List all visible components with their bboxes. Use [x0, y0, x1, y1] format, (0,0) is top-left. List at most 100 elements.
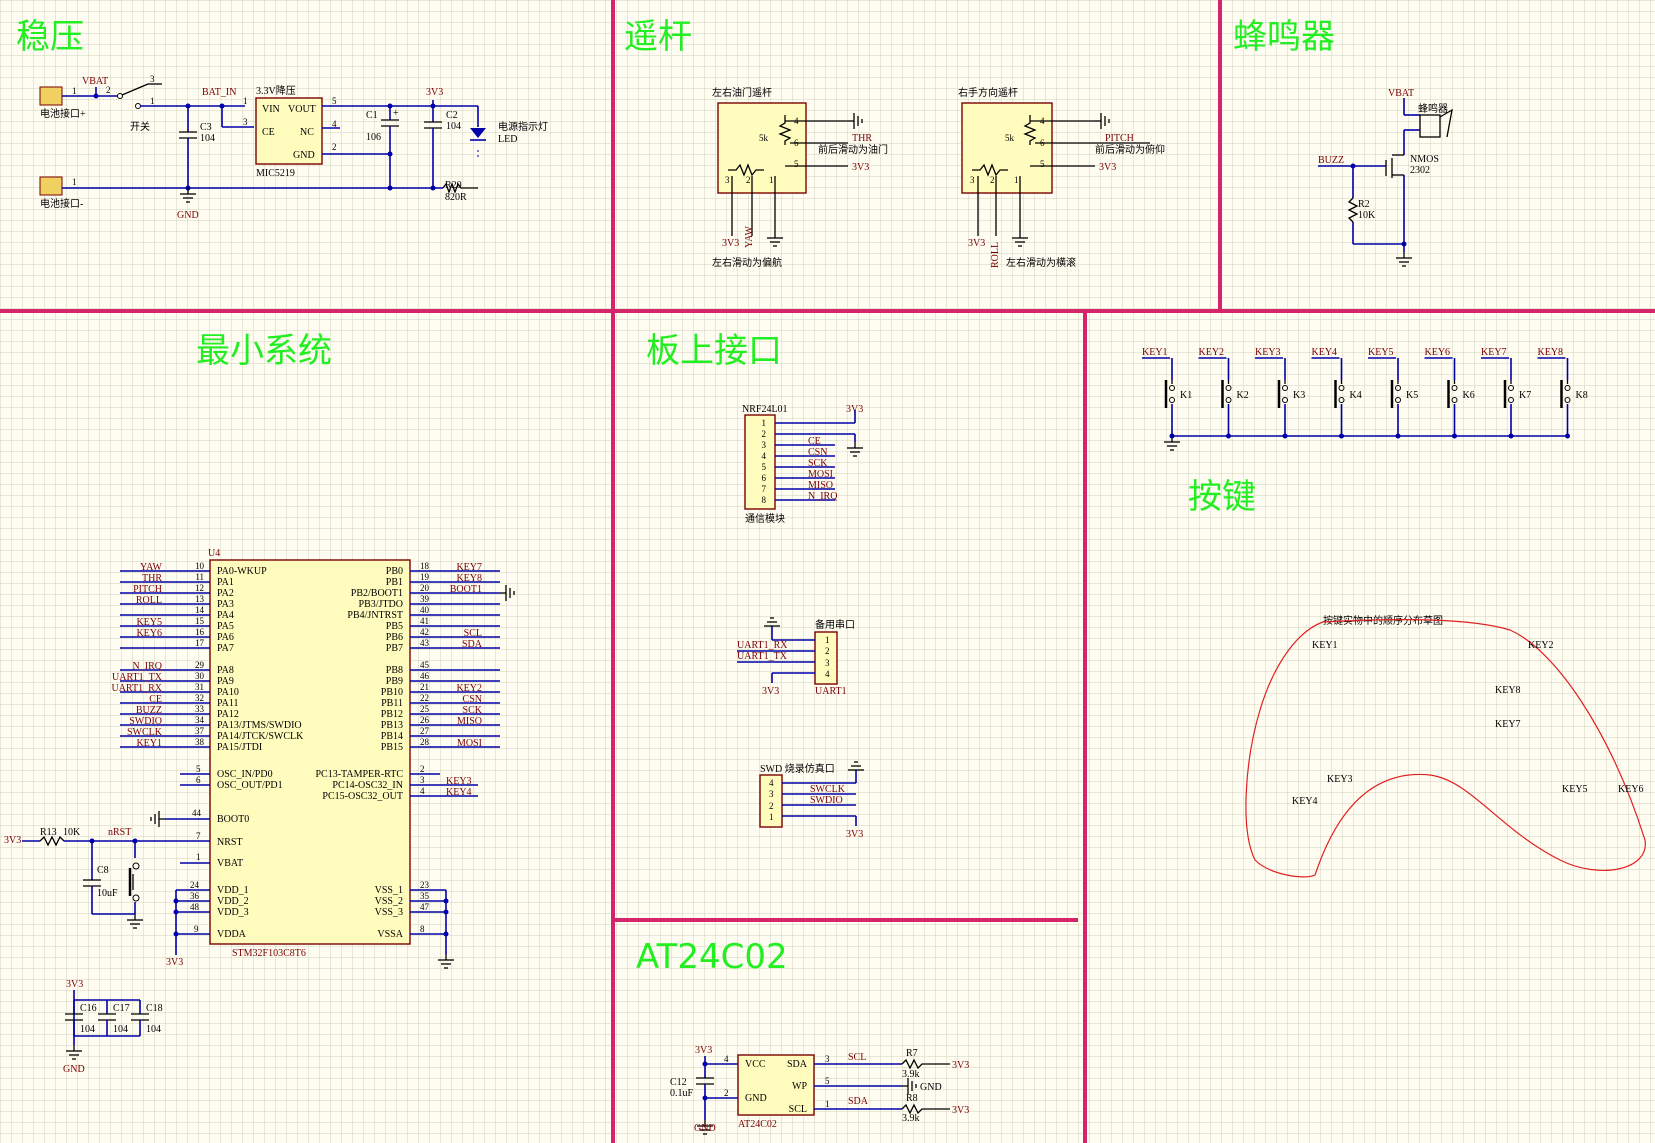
key-terminal [1564, 385, 1571, 391]
sketch-key3: KEY3 [1327, 774, 1353, 785]
mcu-left-net-label: N_IRQ [133, 661, 163, 672]
nrf24-connector: NRF24L01 通信模块 123 CE 4 CSN 5 SCK 6 MOSI 7 MISO 8 N_… [742, 404, 864, 525]
svg-text:1: 1 [769, 175, 774, 185]
mcu-pin-number: 46 [420, 671, 430, 681]
r8-ref: R8 [906, 1093, 918, 1104]
pin-vdd3: VDD_3 [217, 907, 249, 918]
key-net-label: KEY1 [1142, 347, 1168, 358]
mcu-pin-number: 33 [195, 704, 205, 714]
mcu-pin-number: 10 [195, 561, 205, 571]
mcu-pin-number: 15 [195, 616, 205, 626]
svg-text:35: 35 [420, 891, 430, 901]
mcu-pin-number: 22 [420, 693, 429, 703]
schematic-sheet: { "sections": { "regulator": "稳压", "joys… [0, 0, 1655, 1143]
pin-pc15: PC15-OSC32_OUT [322, 791, 403, 802]
net-uart1-tx: UART1_TX [737, 651, 788, 662]
pin-vdda: VDDA [217, 929, 247, 940]
key-net-label: KEY5 [1368, 347, 1394, 358]
mcu-pin-name: PB6 [386, 632, 403, 643]
key-terminal [1169, 397, 1175, 403]
svg-text:5: 5 [196, 764, 201, 774]
net-buzz: BUZZ [1318, 155, 1344, 166]
mcu-pin-name: PA0-WKUP [217, 566, 267, 577]
battery-connector-pos [39, 86, 63, 106]
key-ref: K4 [1350, 390, 1362, 401]
mcu-pin-name: PB3/JTDO [359, 599, 403, 610]
net-thr: THR [852, 133, 872, 144]
regulator-title: 3.3V降压 [256, 84, 296, 97]
key-net-label: KEY3 [1255, 347, 1281, 358]
svg-text:3V3: 3V3 [722, 238, 739, 249]
svg-text:2: 2 [825, 646, 830, 656]
joystick-right: 右手方向遥杆 5k 465 PITCH 前后滑动为俯仰 3V3 321 3V3 … [958, 86, 1165, 269]
mcu-pin-name: PB5 [386, 621, 403, 632]
mcu-pin-name: PB10 [381, 687, 403, 698]
mcu-pin-name: PA10 [217, 687, 239, 698]
r13-ref: R13 [40, 827, 57, 838]
key-junction [1339, 433, 1344, 439]
pin-vss3: VSS_3 [375, 907, 403, 918]
net-bat-in-label: BAT_IN [202, 87, 236, 98]
key-terminal [1564, 397, 1571, 403]
svg-text:3: 3 [825, 1054, 830, 1064]
svg-text:+: + [393, 108, 399, 119]
nrf-net-label: CE [808, 436, 821, 447]
mcu-pin-name: PB11 [381, 698, 403, 709]
net-sda: SDA [848, 1096, 869, 1107]
schematic-drawing: 稳压 遥杆 蜂鸣器 最小系统 板上接口 按键 AT24C02 电池接口+ 电池接… [0, 0, 1655, 1143]
svg-text:3: 3 [243, 117, 248, 127]
svg-text:GND: GND [63, 1064, 85, 1075]
mcu-pin-name: PB14 [381, 731, 403, 742]
c1-ref: C1 [366, 110, 378, 121]
net-pitch: PITCH [1105, 133, 1134, 144]
svg-text:24: 24 [190, 880, 200, 890]
mcu-left-net-label: ROLL [136, 595, 162, 606]
mcu-left-net-label: THR [142, 573, 162, 584]
svg-text:4: 4 [769, 778, 774, 788]
uart-ref: UART1 [815, 686, 847, 697]
svg-text:3V3: 3V3 [852, 162, 869, 173]
left-joystick-title: 左右油门遥杆 [712, 86, 772, 99]
key-terminal [1508, 385, 1514, 391]
eeprom-part: AT24C02 [738, 1119, 777, 1130]
key-terminal [1451, 397, 1458, 403]
net-nrst: nRST [108, 827, 131, 838]
mcu-pin-number: 29 [195, 660, 205, 670]
mcu-pin-number: 11 [195, 572, 204, 582]
mcu-left-net-label: PITCH [133, 584, 162, 595]
svg-text:1: 1 [825, 1099, 830, 1109]
key-terminal [1451, 385, 1458, 391]
svg-text:1: 1 [825, 635, 830, 645]
key-terminal [1282, 385, 1288, 391]
net-swdio: SWDIO [810, 795, 843, 806]
pin-vbat: VBAT [217, 858, 243, 869]
svg-text:3: 3 [970, 175, 975, 185]
buzzer-circuit: VBAT 蜂鸣器 BUZZ NMOS 2302 R2 10K [1318, 88, 1453, 267]
pin-vcc: VCC [745, 1059, 766, 1070]
key-terminal [1282, 397, 1288, 403]
nrf-pin-number: 4 [762, 451, 767, 461]
svg-text:1: 1 [243, 96, 248, 106]
section-title-regulator: 稳压 [16, 17, 84, 57]
key-net-label: KEY2 [1199, 347, 1225, 358]
mcu-pin-number: 25 [420, 704, 430, 714]
mcu-pin-name: PB2/BOOT1 [351, 588, 403, 599]
mcu-left-net-label: CE [149, 694, 162, 705]
sketch-key1: KEY1 [1312, 640, 1338, 651]
net-scl: SCL [848, 1052, 866, 1063]
c12-value: 0.1uF [670, 1088, 694, 1099]
pin-gnd-eeprom: GND [745, 1093, 767, 1104]
key-junction [1565, 433, 1570, 439]
key-net-label: KEY4 [1312, 347, 1338, 358]
mosfet-type: NMOS [1410, 154, 1439, 165]
net-yaw: YAW [744, 225, 755, 248]
key-terminal [1395, 385, 1401, 391]
sketch-key2: KEY2 [1528, 640, 1554, 651]
key-junction [1395, 433, 1401, 439]
key-net-label: KEY7 [1481, 347, 1507, 358]
mcu-part: STM32F103C8T6 [232, 948, 306, 959]
svg-text:4: 4 [724, 1054, 729, 1064]
key-layout-sketch: 按键实物中的顺序分布草图 KEY1 KEY2 KEY8 KEY7 KEY3 KE… [1245, 614, 1646, 878]
key-junction [1169, 433, 1175, 439]
mcu-pin-name: PA7 [217, 643, 234, 654]
